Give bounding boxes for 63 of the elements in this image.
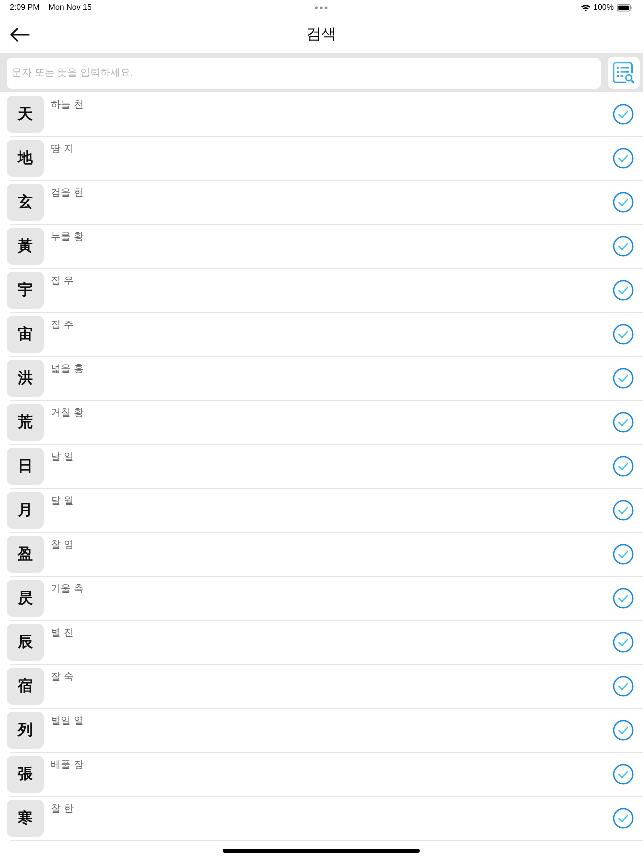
more-dots-icon[interactable] xyxy=(315,6,328,10)
character-meaning: 찰 영 xyxy=(51,540,75,552)
character-tile: 月 xyxy=(7,492,44,529)
character-meaning: 찰 한 xyxy=(51,804,75,816)
character-meaning: 베풀 장 xyxy=(51,760,85,772)
check-circle-icon[interactable] xyxy=(613,676,634,697)
wifi-icon xyxy=(580,4,591,12)
check-circle-icon[interactable] xyxy=(613,764,634,785)
character-tile: 張 xyxy=(7,756,44,793)
check-circle-icon[interactable] xyxy=(613,500,634,521)
character-tile: 荒 xyxy=(7,404,44,441)
character-tile: 天 xyxy=(7,96,44,133)
check-circle-icon[interactable] xyxy=(613,632,634,653)
check-circle-icon[interactable] xyxy=(613,456,634,477)
check-circle-icon[interactable] xyxy=(613,236,634,257)
character-meaning: 집 주 xyxy=(51,320,75,332)
list-search-icon xyxy=(613,62,635,84)
character-meaning: 넓을 홍 xyxy=(51,364,85,376)
character-tile: 宙 xyxy=(7,316,44,353)
list-search-button[interactable] xyxy=(608,57,640,89)
status-date: Mon Nov 15 xyxy=(48,3,92,13)
page-title: 검색 xyxy=(306,26,336,44)
character-meaning: 거칠 황 xyxy=(51,408,85,420)
character-tile: 玄 xyxy=(7,184,44,221)
character-meaning: 날 일 xyxy=(51,452,75,464)
status-time: 2:09 PM xyxy=(10,3,40,13)
character-tile: 地 xyxy=(7,140,44,177)
check-circle-icon[interactable] xyxy=(613,104,634,125)
character-meaning: 하늘 천 xyxy=(51,100,85,112)
back-arrow-icon xyxy=(10,28,30,42)
check-circle-icon[interactable] xyxy=(613,720,634,741)
check-circle-icon[interactable] xyxy=(613,412,634,433)
check-circle-icon[interactable] xyxy=(613,192,634,213)
character-meaning: 누를 황 xyxy=(51,232,85,244)
check-circle-icon[interactable] xyxy=(613,368,634,389)
character-meaning: 땅 지 xyxy=(51,144,75,156)
battery-percentage: 100% xyxy=(594,3,614,13)
character-meaning: 기울 측 xyxy=(51,584,85,596)
character-tile: 日 xyxy=(7,448,44,485)
check-circle-icon[interactable] xyxy=(613,588,634,609)
character-meaning: 집 우 xyxy=(51,276,75,288)
character-meaning: 검을 현 xyxy=(51,188,85,200)
character-tile: 宇 xyxy=(7,272,44,309)
search-field[interactable]: 문자 또는 뜻을 입력하세요. xyxy=(7,58,601,88)
check-circle-icon[interactable] xyxy=(613,324,634,345)
character-meaning: 잘 숙 xyxy=(51,672,75,684)
character-tile: 寒 xyxy=(7,800,44,837)
character-tile: 列 xyxy=(7,712,44,749)
check-circle-icon[interactable] xyxy=(613,280,634,301)
battery-icon xyxy=(617,4,633,12)
character-meaning: 벌일 열 xyxy=(51,716,85,728)
character-meaning: 별 진 xyxy=(51,628,75,640)
character-meaning: 달 월 xyxy=(51,496,75,508)
character-tile: 盈 xyxy=(7,536,44,573)
check-circle-icon[interactable] xyxy=(613,544,634,565)
character-tile: 辰 xyxy=(7,624,44,661)
check-circle-icon[interactable] xyxy=(613,808,634,829)
back-button[interactable] xyxy=(10,28,30,42)
character-tile: 洪 xyxy=(7,360,44,397)
character-tile: 宿 xyxy=(7,668,44,705)
character-tile: 黃 xyxy=(7,228,44,265)
check-circle-icon[interactable] xyxy=(613,148,634,169)
character-tile: 昃 xyxy=(7,580,44,617)
